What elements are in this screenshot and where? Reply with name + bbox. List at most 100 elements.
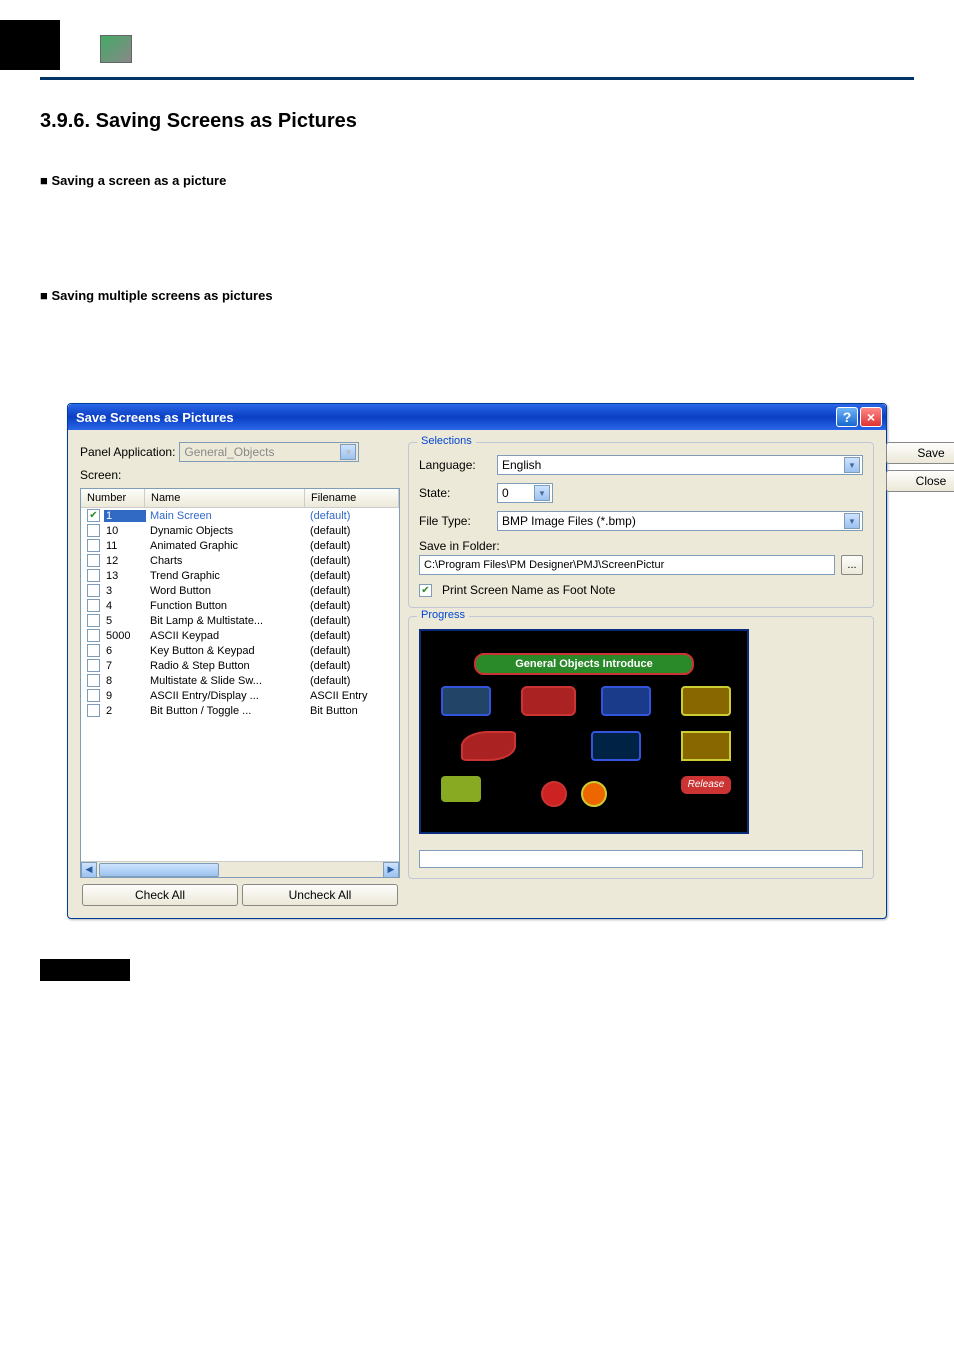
row-name: Multistate & Slide Sw... <box>146 675 306 687</box>
table-row[interactable]: 2Bit Button / Toggle ...Bit Button <box>81 703 399 718</box>
table-row[interactable]: 3Word Button(default) <box>81 583 399 598</box>
table-row[interactable]: 7Radio & Step Button(default) <box>81 658 399 673</box>
table-row[interactable]: 12Charts(default) <box>81 553 399 568</box>
scroll-right-icon[interactable]: ▶ <box>383 862 399 878</box>
footnote-label: Print Screen Name as Foot Note <box>442 583 615 597</box>
row-filename: (default) <box>306 525 399 537</box>
row-number: 13 <box>104 570 146 582</box>
selections-group: Selections Language: English ▼ State: 0 … <box>408 442 874 608</box>
row-checkbox[interactable] <box>87 569 100 582</box>
row-filename: (default) <box>306 645 399 657</box>
row-filename: (default) <box>306 675 399 687</box>
save-button[interactable]: Save <box>886 442 954 464</box>
section-title: 3.9.6. Saving Screens as Pictures <box>40 110 914 133</box>
row-name: Radio & Step Button <box>146 660 306 672</box>
scroll-left-icon[interactable]: ◀ <box>81 862 97 878</box>
row-filename: Bit Button <box>306 705 399 717</box>
table-row[interactable]: 8Multistate & Slide Sw...(default) <box>81 673 399 688</box>
panel-app-combo[interactable]: General_Objects ▼ <box>179 442 359 462</box>
row-checkbox[interactable] <box>87 674 100 687</box>
app-icon <box>100 35 132 63</box>
row-number: 10 <box>104 525 146 537</box>
row-checkbox[interactable] <box>87 584 100 597</box>
row-filename: (default) <box>306 630 399 642</box>
folder-value: C:\Program Files\PM Designer\PMJ\ScreenP… <box>424 559 664 571</box>
table-row[interactable]: 5Bit Lamp & Multistate...(default) <box>81 613 399 628</box>
language-value: English <box>502 458 541 472</box>
scroll-thumb[interactable] <box>99 863 219 877</box>
row-checkbox[interactable] <box>87 704 100 717</box>
col-number[interactable]: Number <box>81 489 145 507</box>
horizontal-scrollbar[interactable]: ◀ ▶ <box>81 861 399 877</box>
selections-legend: Selections <box>417 435 476 447</box>
row-number: 2 <box>104 705 146 717</box>
table-row[interactable]: 13Trend Graphic(default) <box>81 568 399 583</box>
row-number: 5000 <box>104 630 146 642</box>
footnote-checkbox[interactable] <box>419 584 432 597</box>
screen-label: Screen: <box>80 468 121 482</box>
progress-legend: Progress <box>417 609 469 621</box>
row-checkbox[interactable] <box>87 659 100 672</box>
row-filename: (default) <box>306 585 399 597</box>
titlebar[interactable]: Save Screens as Pictures ? × <box>68 404 886 430</box>
row-checkbox[interactable] <box>87 644 100 657</box>
header-black-block <box>0 20 60 70</box>
row-checkbox[interactable] <box>87 689 100 702</box>
row-name: Trend Graphic <box>146 570 306 582</box>
row-name: Animated Graphic <box>146 540 306 552</box>
row-checkbox[interactable] <box>87 509 100 522</box>
filetype-combo[interactable]: BMP Image Files (*.bmp) ▼ <box>497 511 863 531</box>
table-row[interactable]: 10Dynamic Objects(default) <box>81 523 399 538</box>
state-value: 0 <box>502 486 509 500</box>
row-checkbox[interactable] <box>87 614 100 627</box>
header-rule <box>40 20 914 80</box>
row-name: Bit Button / Toggle ... <box>146 705 306 717</box>
chevron-down-icon: ▼ <box>844 457 860 473</box>
folder-label: Save in Folder: <box>419 539 500 553</box>
table-row[interactable]: 1Main Screen(default) <box>81 508 399 523</box>
row-filename: (default) <box>306 615 399 627</box>
uncheck-all-button[interactable]: Uncheck All <box>242 884 398 906</box>
table-row[interactable]: 5000ASCII Keypad(default) <box>81 628 399 643</box>
preview-image: General Objects Introduce <box>419 629 749 834</box>
filetype-label: File Type: <box>419 514 491 528</box>
help-button[interactable]: ? <box>836 407 858 427</box>
check-all-button[interactable]: Check All <box>82 884 238 906</box>
folder-input[interactable]: C:\Program Files\PM Designer\PMJ\ScreenP… <box>419 555 835 575</box>
screen-listview[interactable]: Number Name Filename 1Main Screen(defaul… <box>80 488 400 878</box>
row-checkbox[interactable] <box>87 524 100 537</box>
panel-app-value: General_Objects <box>184 445 274 459</box>
progress-bar <box>419 850 863 868</box>
row-filename: ASCII Entry <box>306 690 399 702</box>
row-number: 6 <box>104 645 146 657</box>
row-filename: (default) <box>306 600 399 612</box>
browse-button[interactable]: ... <box>841 555 863 575</box>
dialog-title: Save Screens as Pictures <box>76 410 836 425</box>
row-number: 4 <box>104 600 146 612</box>
row-name: ASCII Keypad <box>146 630 306 642</box>
table-row[interactable]: 4Function Button(default) <box>81 598 399 613</box>
row-filename: (default) <box>306 510 399 522</box>
footer-black-block <box>40 959 130 981</box>
row-checkbox[interactable] <box>87 599 100 612</box>
row-filename: (default) <box>306 555 399 567</box>
row-checkbox[interactable] <box>87 629 100 642</box>
col-name[interactable]: Name <box>145 489 305 507</box>
row-name: Dynamic Objects <box>146 525 306 537</box>
row-name: Charts <box>146 555 306 567</box>
table-row[interactable]: 6Key Button & Keypad(default) <box>81 643 399 658</box>
row-name: Bit Lamp & Multistate... <box>146 615 306 627</box>
table-row[interactable]: 11Animated Graphic(default) <box>81 538 399 553</box>
close-x-button[interactable]: × <box>860 407 882 427</box>
row-checkbox[interactable] <box>87 554 100 567</box>
row-name: ASCII Entry/Display ... <box>146 690 306 702</box>
language-combo[interactable]: English ▼ <box>497 455 863 475</box>
row-checkbox[interactable] <box>87 539 100 552</box>
row-number: 5 <box>104 615 146 627</box>
row-number: 7 <box>104 660 146 672</box>
table-row[interactable]: 9ASCII Entry/Display ...ASCII Entry <box>81 688 399 703</box>
close-button[interactable]: Close <box>886 470 954 492</box>
col-filename[interactable]: Filename <box>305 489 399 507</box>
state-combo[interactable]: 0 ▼ <box>497 483 553 503</box>
language-label: Language: <box>419 458 491 472</box>
